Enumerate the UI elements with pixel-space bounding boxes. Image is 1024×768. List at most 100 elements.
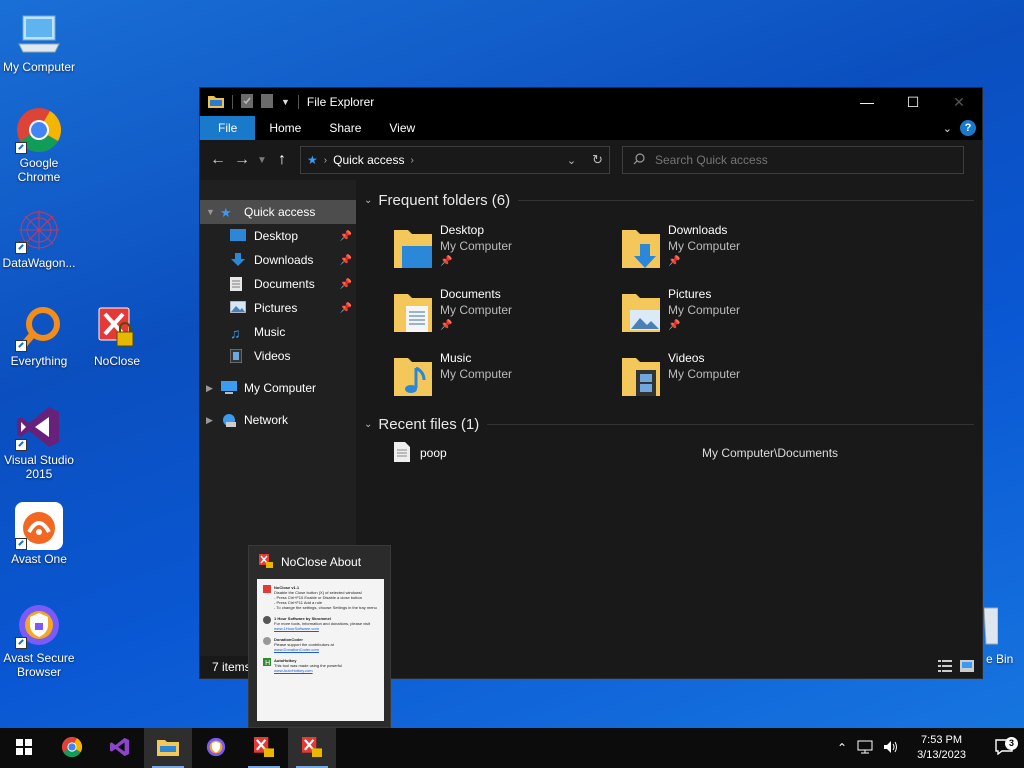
taskbar-thumbnail-popup[interactable]: NoClose About NoClose v1.1 Disable the C… — [248, 545, 391, 728]
action-center-button[interactable]: 3 — [984, 736, 1024, 758]
folder-tile-documents[interactable]: Documents My Computer 📌 — [394, 286, 622, 336]
search-input[interactable] — [655, 153, 935, 167]
desktop-icon-chrome[interactable]: Google Chrome — [0, 106, 78, 184]
chevron-up-icon[interactable]: ⌃ — [837, 741, 847, 755]
sidebar-item-quick-access[interactable]: ▼ ★ Quick access — [200, 200, 356, 224]
desktop-icon-my-computer[interactable]: My Computer — [0, 10, 78, 74]
sidebar-item-pictures[interactable]: Pictures 📌 — [200, 296, 356, 320]
taskbar-noclose-1[interactable] — [240, 728, 288, 768]
desktop-icon-avast-one[interactable]: Avast One — [0, 502, 78, 566]
section-title: Recent files (1) — [378, 415, 480, 433]
taskbar-avast-browser[interactable] — [192, 728, 240, 768]
properties-icon[interactable] — [241, 93, 253, 111]
about-link: www.1HourSoftware.com — [274, 626, 319, 631]
noclose-icon — [263, 585, 271, 593]
folder-name: Videos — [668, 351, 705, 365]
notification-count-badge: 3 — [1005, 736, 1018, 750]
shortcut-arrow-icon — [15, 439, 27, 451]
refresh-icon[interactable]: ↻ — [592, 152, 603, 168]
taskbar-chrome[interactable] — [48, 728, 96, 768]
folder-tile-desktop[interactable]: Desktop My Computer 📌 — [394, 222, 622, 272]
desktop-icon-noclose[interactable]: NoClose — [78, 304, 156, 368]
recent-locations-button[interactable]: ▼ — [254, 155, 270, 166]
large-icons-view-icon[interactable] — [960, 659, 974, 675]
close-icon: ✕ — [953, 93, 965, 110]
clock-date: 3/13/2023 — [917, 749, 966, 761]
clock-time: 7:53 PM — [921, 734, 963, 746]
volume-icon[interactable] — [883, 740, 899, 757]
desktop-icon-label-recycle-bin[interactable]: e Bin — [986, 652, 1013, 666]
address-bar[interactable]: ★ › Quick access › ⌄ ↻ — [300, 146, 610, 174]
title-bar[interactable]: ▼ File Explorer — ☐ ✕ — [200, 88, 982, 116]
sidebar-item-downloads[interactable]: Downloads 📌 — [200, 248, 356, 272]
desktop-icon-label: Google Chrome — [17, 156, 61, 184]
window-title: File Explorer — [306, 95, 375, 109]
sidebar-item-videos[interactable]: Videos — [200, 344, 356, 368]
desktop-icon-avast-browser[interactable]: Avast Secure Browser — [0, 601, 78, 679]
search-box[interactable] — [622, 146, 964, 174]
sidebar-item-label: My Computer — [244, 381, 317, 395]
sidebar-item-label: Documents — [254, 277, 315, 291]
address-path[interactable]: Quick access — [333, 153, 404, 167]
maximize-icon: ☐ — [906, 93, 920, 110]
folder-tile-downloads[interactable]: Downloads My Computer 📌 — [622, 222, 850, 272]
tab-home[interactable]: Home — [255, 116, 315, 140]
avast-browser-icon — [15, 601, 63, 649]
about-text: - To change the settings, choose Setting… — [274, 605, 377, 610]
chevron-down-icon: ▼ — [206, 207, 215, 217]
pin-icon: 📌 — [440, 256, 453, 267]
sidebar-item-my-computer[interactable]: ▶ My Computer — [200, 376, 356, 400]
desktop-icon-datawagon[interactable]: DataWagon... — [0, 206, 78, 270]
folder-name: Desktop — [440, 223, 485, 237]
close-button[interactable]: ✕ — [936, 88, 982, 116]
sidebar-item-label: Quick access — [244, 205, 316, 219]
desktop-icon-label: NoClose — [93, 354, 141, 368]
details-view-icon[interactable] — [938, 659, 952, 675]
desktop-icon-label: Everything — [10, 354, 68, 368]
tab-file[interactable]: File — [200, 116, 256, 140]
picture-icon — [229, 300, 248, 315]
help-icon[interactable]: ? — [960, 120, 976, 136]
sidebar-item-documents[interactable]: Documents 📌 — [200, 272, 356, 296]
customize-dropdown-icon[interactable]: ▼ — [281, 97, 290, 107]
about-link: www.AutoHotkey.com — [274, 668, 313, 673]
new-folder-icon[interactable] — [261, 93, 273, 111]
address-dropdown-icon[interactable]: ⌄ — [567, 154, 576, 167]
start-button[interactable] — [0, 728, 48, 768]
folder-tile-pictures[interactable]: Pictures My Computer 📌 — [622, 286, 850, 336]
desktop-icon-label: Visual Studio 2015 — [4, 453, 74, 481]
expand-ribbon-icon[interactable]: ⌄ — [943, 122, 952, 135]
folder-tile-music[interactable]: Music My Computer — [394, 350, 622, 400]
popup-title-bar[interactable]: NoClose About — [249, 546, 390, 578]
sidebar-item-desktop[interactable]: Desktop 📌 — [200, 224, 356, 248]
quick-access-toolbar: ▼ — [200, 93, 299, 111]
about-link: www.DonationCoder.com — [274, 647, 319, 652]
sidebar-item-network[interactable]: ▶ Network — [200, 408, 356, 432]
frequent-folders-grid: Desktop My Computer 📌 Downloads My Computer… — [364, 214, 974, 410]
maximize-button[interactable]: ☐ — [890, 88, 936, 116]
taskbar-noclose-2[interactable] — [288, 728, 336, 768]
frequent-folders-header[interactable]: ⌄ Frequent folders (6) — [364, 186, 974, 214]
sidebar-item-music[interactable]: ♫ Music — [200, 320, 356, 344]
minimize-button[interactable]: — — [844, 88, 890, 116]
folder-tile-videos[interactable]: Videos My Computer — [622, 350, 850, 400]
recent-file-row[interactable]: poop My Computer\Documents — [364, 438, 974, 468]
desktop-icon-visual-studio[interactable]: Visual Studio 2015 — [0, 403, 78, 481]
taskbar-file-explorer[interactable] — [144, 728, 192, 768]
recent-files-header[interactable]: ⌄ Recent files (1) — [364, 410, 974, 438]
folder-pictures-icon — [622, 290, 660, 334]
tab-view[interactable]: View — [375, 116, 429, 140]
taskbar-visual-studio[interactable] — [96, 728, 144, 768]
clock[interactable]: 7:53 PM 3/13/2023 — [909, 733, 974, 763]
up-button[interactable]: ↑ — [270, 151, 294, 169]
desktop-icon-everything[interactable]: Everything — [0, 304, 78, 368]
recent-file-name: poop — [420, 446, 447, 460]
tab-share[interactable]: Share — [315, 116, 375, 140]
popup-preview: NoClose v1.1 Disable the Close button (X… — [257, 579, 384, 721]
network-icon[interactable] — [857, 740, 873, 757]
forward-button[interactable]: → — [230, 151, 254, 169]
pin-icon: 📌 — [339, 254, 352, 266]
back-button[interactable]: ← — [206, 151, 230, 169]
pin-icon: 📌 — [339, 302, 352, 314]
folder-name: Pictures — [668, 287, 712, 301]
